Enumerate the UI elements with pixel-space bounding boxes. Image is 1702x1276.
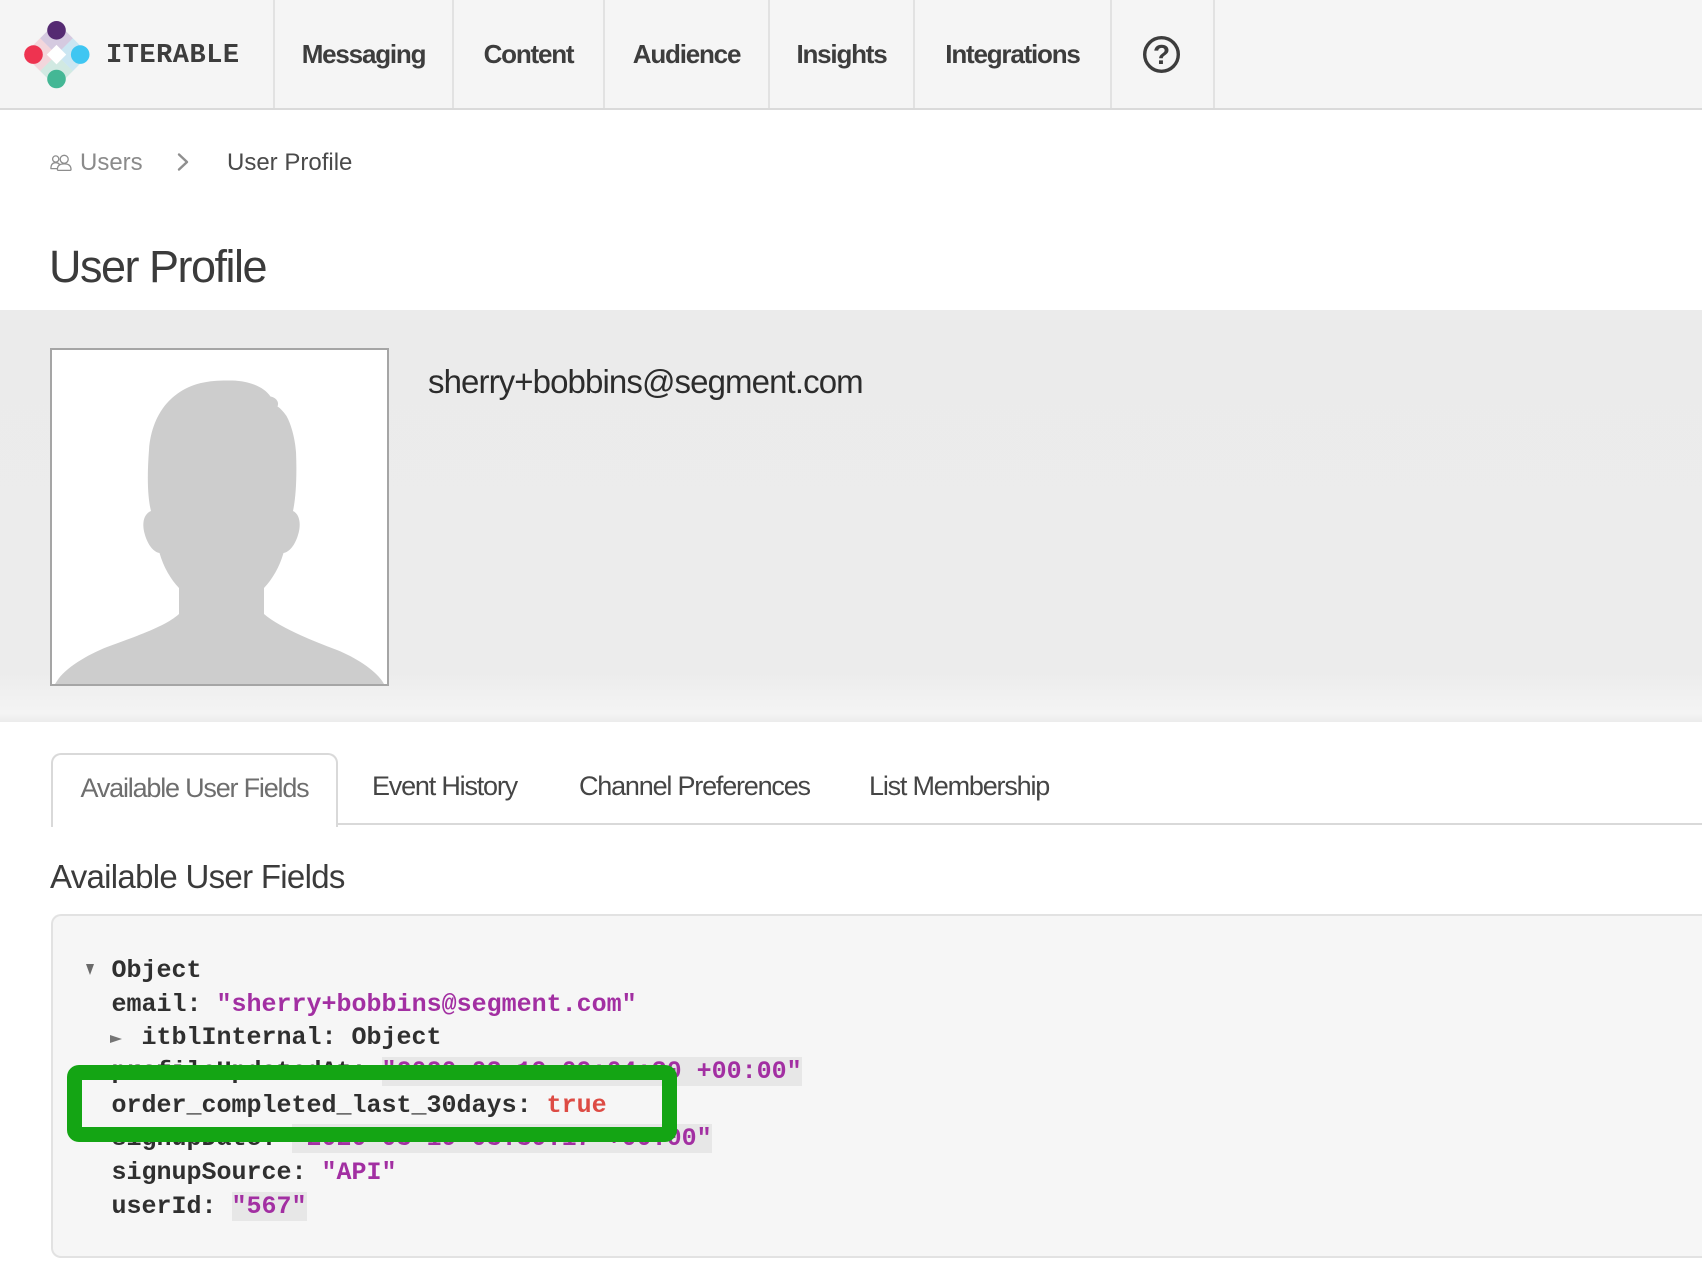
svg-text:?: ? bbox=[1153, 39, 1170, 70]
